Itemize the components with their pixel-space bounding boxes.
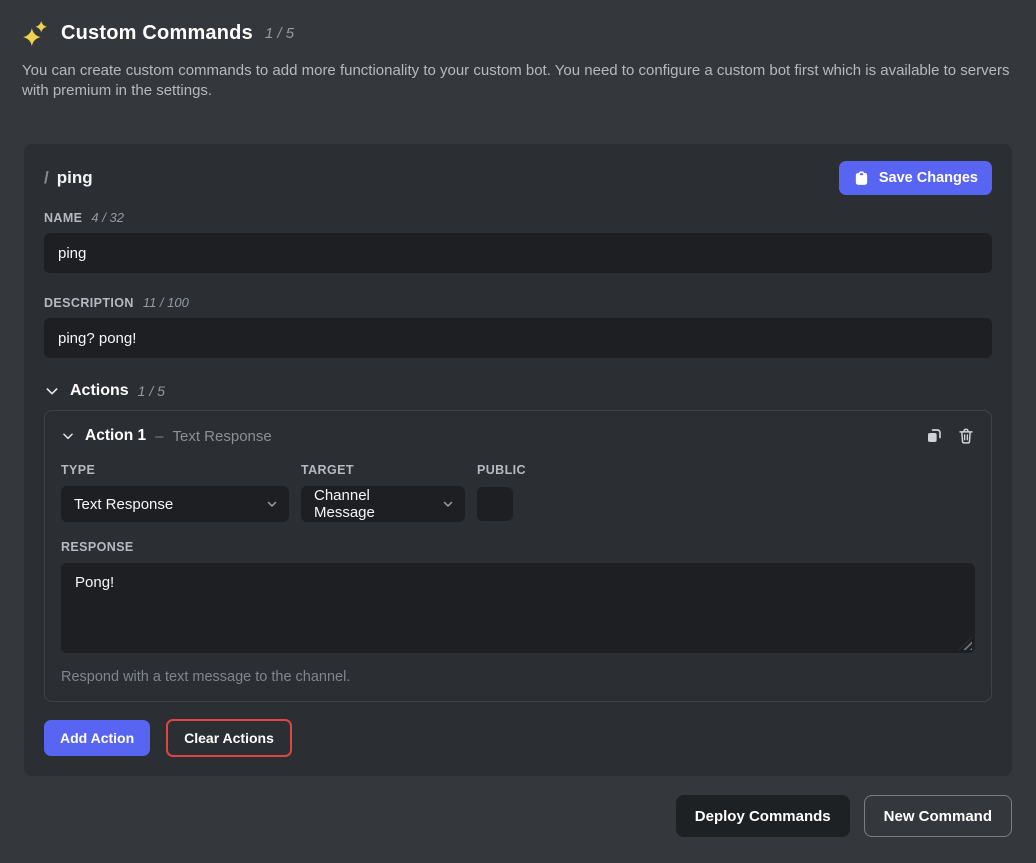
footer-actions: Deploy Commands New Command (24, 795, 1012, 837)
new-command-label: New Command (884, 808, 992, 825)
save-changes-button[interactable]: Save Changes (839, 161, 992, 195)
type-field: TYPE Text Response (61, 463, 289, 522)
public-checkbox[interactable] (477, 487, 513, 521)
slash-prefix: / (44, 168, 49, 187)
action-buttons-row: Add Action Clear Actions (44, 719, 992, 757)
action-subtitle: Text Response (173, 428, 272, 445)
duplicate-icon[interactable] (925, 427, 943, 445)
chevron-down-icon (266, 498, 278, 510)
description-label: DESCRIPTION (44, 296, 134, 310)
add-action-label: Add Action (60, 730, 134, 746)
command-title: / ping (44, 168, 93, 188)
action-header: Action 1 – Text Response (61, 425, 975, 447)
description-label-row: DESCRIPTION 11 / 100 (44, 295, 992, 311)
action-separator: – (155, 428, 163, 445)
actions-section-label: Actions (70, 382, 129, 400)
target-label: TARGET (301, 463, 354, 477)
page-title: Custom Commands (61, 22, 253, 45)
action-helper-text: Respond with a text message to the chann… (61, 669, 975, 685)
public-label: PUBLIC (477, 463, 526, 477)
action-fields-row: TYPE Text Response TARGET Channel Messag… (61, 463, 975, 522)
description-input[interactable] (44, 318, 992, 358)
chevron-down-icon[interactable] (61, 429, 75, 443)
trash-icon[interactable] (957, 427, 975, 445)
new-command-button[interactable]: New Command (864, 795, 1012, 837)
response-field-wrap: Pong! (61, 563, 975, 653)
save-icon (853, 170, 870, 187)
deploy-commands-button[interactable]: Deploy Commands (676, 795, 850, 837)
name-label: NAME (44, 211, 82, 225)
command-name: ping (57, 168, 93, 187)
action-title: Action 1 (85, 427, 146, 445)
deploy-commands-label: Deploy Commands (695, 808, 831, 825)
type-label: TYPE (61, 463, 95, 477)
name-label-row: NAME 4 / 32 (44, 210, 992, 226)
response-label-row: RESPONSE (61, 540, 975, 556)
actions-count: 1 / 5 (138, 383, 165, 399)
description-count: 11 / 100 (143, 295, 189, 310)
commands-count: 1 / 5 (265, 25, 294, 42)
command-card: / ping Save Changes NAME 4 / 32 DESCRIPTI… (24, 144, 1012, 776)
sparkles-icon (22, 20, 49, 47)
type-select[interactable]: Text Response (61, 486, 289, 522)
add-action-button[interactable]: Add Action (44, 720, 150, 756)
page-header: Custom Commands 1 / 5 You can create cus… (0, 0, 1036, 101)
type-select-value: Text Response (74, 496, 173, 513)
title-row: Custom Commands 1 / 5 (22, 18, 1014, 48)
name-count: 4 / 32 (91, 210, 124, 225)
clear-actions-button[interactable]: Clear Actions (166, 719, 292, 757)
chevron-down-icon (442, 498, 454, 510)
public-field: PUBLIC (477, 463, 526, 522)
command-card-header: / ping Save Changes (44, 160, 992, 196)
actions-section-toggle[interactable]: Actions 1 / 5 (44, 381, 992, 401)
target-select[interactable]: Channel Message (301, 486, 465, 522)
action-card: Action 1 – Text Response TYPE (44, 410, 992, 702)
name-input[interactable] (44, 233, 992, 273)
save-changes-label: Save Changes (879, 170, 978, 186)
target-select-value: Channel Message (314, 487, 432, 521)
chevron-down-icon (44, 383, 60, 399)
clear-actions-label: Clear Actions (184, 730, 274, 746)
response-textarea[interactable]: Pong! (61, 563, 975, 653)
target-field: TARGET Channel Message (301, 463, 465, 522)
page-description: You can create custom commands to add mo… (22, 61, 1014, 101)
action-toolbar (925, 427, 975, 445)
response-label: RESPONSE (61, 540, 134, 554)
